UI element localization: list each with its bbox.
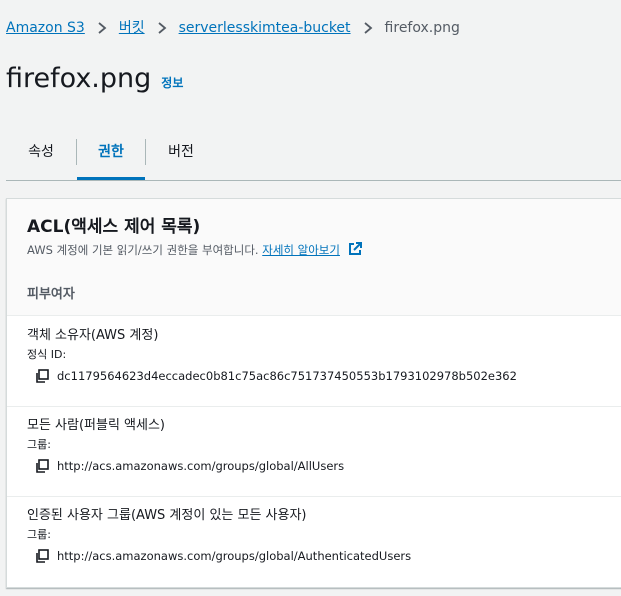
tab-properties[interactable]: 속성: [6, 132, 76, 178]
learn-more-link[interactable]: 자세히 알아보기: [262, 243, 340, 257]
acl-description-text: AWS 계정에 기본 읽기/쓰기 권한을 부여합니다.: [27, 243, 259, 257]
chevron-right-icon: [98, 22, 107, 34]
grantee-column-header: 피부여자: [27, 287, 75, 302]
copy-icon[interactable]: [35, 549, 49, 563]
chevron-right-icon: [363, 22, 372, 34]
group-uri-value: http://acs.amazonaws.com/groups/global/A…: [57, 459, 345, 473]
breadcrumb-bucket-name[interactable]: serverlesskimtea-bucket: [179, 18, 351, 38]
breadcrumb-buckets[interactable]: 버킷: [119, 18, 145, 38]
chevron-right-icon: [158, 22, 166, 34]
copy-icon[interactable]: [35, 459, 49, 473]
acl-title: ACL(액세스 제어 목록): [27, 217, 201, 237]
copy-icon[interactable]: [35, 369, 49, 383]
acl-description: AWS 계정에 기본 읽기/쓰기 권한을 부여합니다. 자세히 알아보기: [27, 241, 362, 259]
breadcrumb: Amazon S3 버킷 serverlesskimtea-bucket fir…: [6, 18, 460, 38]
tab-versions[interactable]: 버전: [146, 132, 216, 178]
grantee-label: 그룹:: [27, 438, 51, 451]
grantee-label: 그룹:: [27, 528, 51, 541]
grantee-label: 정식 ID:: [27, 348, 67, 361]
tab-permissions[interactable]: 권한: [77, 132, 145, 180]
grantee-value: dc1179564623d4eccadec0b81c75ac86c7517374…: [35, 369, 517, 383]
grantee-row-everyone: 모든 사람(퍼블릭 액세스) 그룹: http://acs.amazonaws.…: [7, 406, 621, 497]
grantee-name: 모든 사람(퍼블릭 액세스): [27, 418, 166, 433]
acl-panel: ACL(액세스 제어 목록) AWS 계정에 기본 읽기/쓰기 권한을 부여합니…: [6, 198, 621, 588]
grantee-value: http://acs.amazonaws.com/groups/global/A…: [35, 459, 344, 473]
canonical-id-value: dc1179564623d4eccadec0b81c75ac86c7517374…: [57, 369, 517, 383]
page-header: firefox.png 정보: [6, 62, 183, 96]
tab-bar: 속성 권한 버전: [6, 132, 621, 181]
grantee-row-owner: 객체 소유자(AWS 계정) 정식 ID: dc1179564623d4ecca…: [7, 316, 621, 407]
page-title: firefox.png: [6, 63, 152, 94]
external-link-icon[interactable]: [348, 242, 362, 256]
grantee-name: 객체 소유자(AWS 계정): [27, 328, 159, 343]
group-uri-value: http://acs.amazonaws.com/groups/global/A…: [57, 549, 412, 563]
grantee-name: 인증된 사용자 그룹(AWS 계정이 있는 모든 사용자): [27, 508, 307, 523]
breadcrumb-current: firefox.png: [384, 20, 460, 36]
grantee-value: http://acs.amazonaws.com/groups/global/A…: [35, 549, 411, 563]
grantee-row-authenticated: 인증된 사용자 그룹(AWS 계정이 있는 모든 사용자) 그룹: http:/…: [7, 496, 621, 586]
acl-panel-header: ACL(액세스 제어 목록) AWS 계정에 기본 읽기/쓰기 권한을 부여합니…: [7, 199, 621, 316]
info-link[interactable]: 정보: [161, 74, 183, 91]
breadcrumb-amazon-s3[interactable]: Amazon S3: [6, 18, 85, 38]
